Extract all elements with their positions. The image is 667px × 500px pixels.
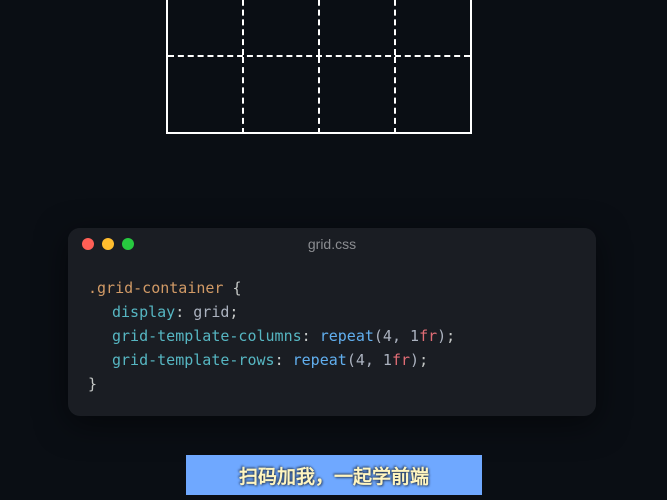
grid-cell: [168, 0, 244, 55]
window-filename: grid.css: [68, 236, 596, 252]
grid-cell: [244, 0, 320, 55]
grid-diagram: [166, 0, 472, 134]
traffic-lights: [82, 238, 134, 250]
close-icon[interactable]: [82, 238, 94, 250]
code-line: grid-template-rows: repeat(4, 1fr);: [88, 348, 576, 372]
window-titlebar: grid.css: [68, 228, 596, 260]
code-brace-open: {: [233, 279, 242, 297]
subtitle-text: 扫码加我，一起学前端: [239, 462, 429, 489]
grid-row: [168, 0, 470, 57]
code-line: grid-template-columns: repeat(4, 1fr);: [88, 324, 576, 348]
code-window: grid.css .grid-container { display: grid…: [68, 228, 596, 416]
code-brace-close: }: [88, 375, 97, 393]
code-block: .grid-container { display: grid; grid-te…: [68, 260, 596, 416]
subtitle-banner: 扫码加我，一起学前端: [186, 455, 482, 495]
maximize-icon[interactable]: [122, 238, 134, 250]
grid-cell: [320, 0, 396, 55]
grid-cell: [244, 57, 320, 134]
code-selector: .grid-container: [88, 279, 223, 297]
grid-cell: [396, 57, 470, 134]
grid-row: [168, 57, 470, 134]
code-line: display: grid;: [88, 300, 576, 324]
grid-cell: [320, 57, 396, 134]
grid-cell: [396, 0, 470, 55]
grid-cell: [168, 57, 244, 134]
minimize-icon[interactable]: [102, 238, 114, 250]
